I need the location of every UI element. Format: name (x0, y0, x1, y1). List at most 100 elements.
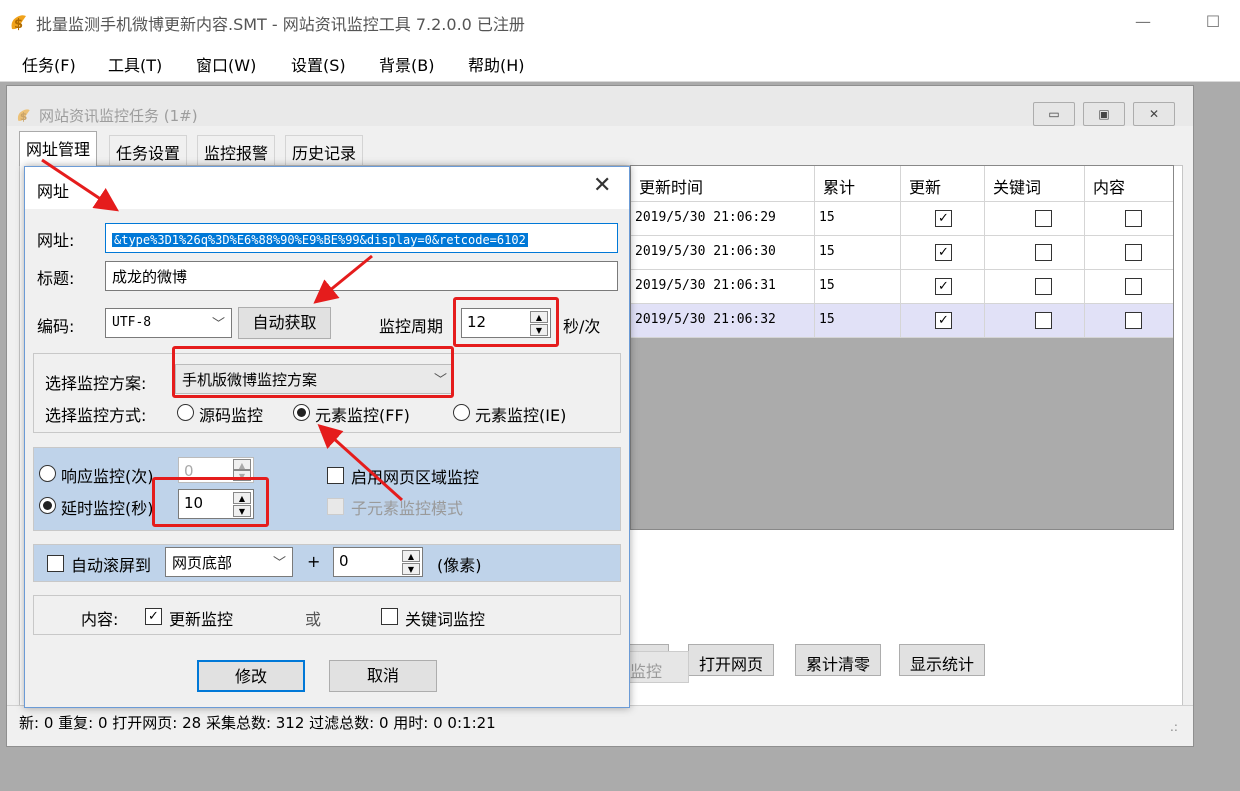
status-bar: 新: 0 重复: 0 打开网页: 28 采集总数: 312 过滤总数: 0 用时… (7, 705, 1193, 745)
table-row[interactable]: 2019/5/30 21:06:30 15 ✓ (631, 236, 1173, 270)
title-label: 标题: (37, 269, 75, 288)
modify-button[interactable]: 修改 (197, 660, 305, 692)
delay-radio[interactable] (39, 497, 56, 514)
cell-time: 2019/5/30 21:06:31 (631, 270, 815, 303)
mdi-minimize-button[interactable]: ▭ (1033, 102, 1075, 126)
method-ff-radio[interactable] (293, 404, 310, 421)
title-input[interactable]: 成龙的微博 (105, 261, 618, 291)
update-monitor-label: 更新监控 (169, 610, 234, 629)
menu-tools[interactable]: 工具(T) (108, 52, 162, 76)
scroll-target-select[interactable]: 网页底部 ﹀ (165, 547, 293, 577)
maximize-icon[interactable]: ☐ (1200, 10, 1226, 34)
show-stats-button[interactable]: 显示统计 (899, 644, 986, 676)
col-update-time[interactable]: 更新时间 (631, 166, 815, 202)
highlight-delay (152, 477, 269, 527)
content-group (33, 595, 621, 635)
svg-text:$: $ (20, 110, 27, 123)
tab-task-settings[interactable]: 任务设置 (109, 135, 188, 165)
menu-settings[interactable]: 设置(S) (291, 52, 346, 76)
period-unit: 秒/次 (563, 317, 601, 336)
update-checkbox[interactable]: ✓ (935, 210, 952, 227)
open-page-button[interactable]: 打开网页 (688, 644, 775, 676)
tab-url-manage[interactable]: 网址管理 (19, 131, 98, 166)
keyword-checkbox[interactable] (1035, 278, 1052, 295)
pixel-unit: (像素) (437, 556, 482, 575)
cell-count: 15 (815, 236, 901, 269)
window-title: 批量监测手机微博更新内容.SMT - 网站资讯监控工具 7.2.0.0 已注册 (36, 15, 525, 34)
content-checkbox[interactable] (1125, 244, 1142, 261)
col-content[interactable]: 内容 (1085, 166, 1173, 202)
spin-down-icon[interactable]: ▼ (402, 563, 420, 575)
method-ie-label: 元素监控(IE) (475, 406, 567, 425)
method-label: 选择监控方式: (45, 406, 147, 425)
highlight-period (453, 297, 559, 347)
resize-grip-icon[interactable]: .: (1170, 720, 1178, 734)
menu-task[interactable]: 任务(F) (22, 52, 76, 76)
plus-sign: + (307, 552, 321, 571)
spin-up-icon[interactable]: ▲ (233, 459, 251, 470)
content-checkbox[interactable] (1125, 312, 1142, 329)
menu-help[interactable]: 帮助(H) (468, 52, 525, 76)
url-dialog: 网址 ✕ 网址: &type%3D1%26q%3D%E6%88%90%E9%BE… (24, 166, 630, 708)
content-checkbox[interactable] (1125, 278, 1142, 295)
method-ie-radio[interactable] (453, 404, 470, 421)
cell-time: 2019/5/30 21:06:32 (631, 304, 815, 337)
period-label: 监控周期 (379, 317, 444, 336)
region-label: 启用网页区域监控 (351, 468, 480, 487)
update-checkbox[interactable]: ✓ (935, 278, 952, 295)
status-text: 新: 0 重复: 0 打开网页: 28 采集总数: 312 过滤总数: 0 用时… (19, 714, 496, 732)
cell-count: 15 (815, 270, 901, 303)
method-source-radio[interactable] (177, 404, 194, 421)
keyword-checkbox[interactable] (1035, 244, 1052, 261)
update-monitor-checkbox[interactable]: ✓ (145, 608, 162, 625)
url-input[interactable]: &type%3D1%26q%3D%E6%88%90%E9%BE%99&displ… (105, 223, 618, 253)
col-update[interactable]: 更新 (901, 166, 985, 202)
menu-window[interactable]: 窗口(W) (196, 52, 256, 76)
cell-time: 2019/5/30 21:06:30 (631, 236, 815, 269)
cell-time: 2019/5/30 21:06:29 (631, 202, 815, 235)
cell-count: 15 (815, 304, 901, 337)
dialog-title: 网址 (37, 182, 70, 201)
scroll-offset-value: 0 (339, 552, 349, 570)
encoding-select[interactable]: UTF-8 ﹀ (105, 308, 232, 338)
reset-count-button[interactable]: 累计清零 (795, 644, 882, 676)
content-checkbox[interactable] (1125, 210, 1142, 227)
region-checkbox[interactable] (327, 467, 344, 484)
method-ff-label: 元素监控(FF) (315, 406, 410, 425)
child-mode-checkbox[interactable] (327, 498, 344, 515)
table-row[interactable]: 2019/5/30 21:06:29 15 ✓ (631, 202, 1173, 236)
close-icon[interactable]: ✕ (593, 173, 611, 198)
tab-history[interactable]: 历史记录 (285, 135, 364, 165)
menu-bar: 任务(F) 工具(T) 窗口(W) 设置(S) 背景(B) 帮助(H) (0, 44, 1240, 82)
keyword-checkbox[interactable] (1035, 210, 1052, 227)
col-count[interactable]: 累计 (815, 166, 901, 202)
tab-monitor-alarm[interactable]: 监控报警 (197, 135, 276, 165)
auto-detect-button[interactable]: 自动获取 (238, 307, 331, 339)
update-checkbox[interactable]: ✓ (935, 244, 952, 261)
mdi-restore-button[interactable]: ▣ (1083, 102, 1125, 126)
chevron-down-icon: ﹀ (272, 556, 286, 571)
url-value: &type%3D1%26q%3D%E6%88%90%E9%BE%99&displ… (112, 233, 528, 247)
mdi-close-button[interactable]: ✕ (1133, 102, 1175, 126)
minimize-icon[interactable]: — (1130, 10, 1156, 34)
keyword-monitor-label: 关键词监控 (405, 610, 486, 629)
response-radio[interactable] (39, 465, 56, 482)
dollar-task-icon: $ (17, 109, 30, 123)
scroll-offset-spinner[interactable]: 0 ▲ ▼ (333, 547, 423, 577)
update-checkbox[interactable]: ✓ (935, 312, 952, 329)
spin-up-icon[interactable]: ▲ (402, 550, 420, 562)
cell-count: 15 (815, 202, 901, 235)
encoding-label: 编码: (37, 317, 75, 336)
keyword-monitor-checkbox[interactable] (381, 608, 398, 625)
menu-background[interactable]: 背景(B) (379, 52, 434, 76)
url-grid: 更新时间 累计 更新 关键词 内容 2019/5/30 21:06:29 15 … (630, 165, 1174, 530)
table-row[interactable]: 2019/5/30 21:06:32 15 ✓ (631, 304, 1173, 338)
auto-scroll-checkbox[interactable] (47, 555, 64, 572)
child-mode-label: 子元素监控模式 (351, 499, 464, 518)
dollar-app-icon: $ (11, 15, 26, 32)
url-label: 网址: (37, 231, 75, 250)
keyword-checkbox[interactable] (1035, 312, 1052, 329)
cancel-button[interactable]: 取消 (329, 660, 437, 692)
col-keyword[interactable]: 关键词 (985, 166, 1085, 202)
table-row[interactable]: 2019/5/30 21:06:31 15 ✓ (631, 270, 1173, 304)
